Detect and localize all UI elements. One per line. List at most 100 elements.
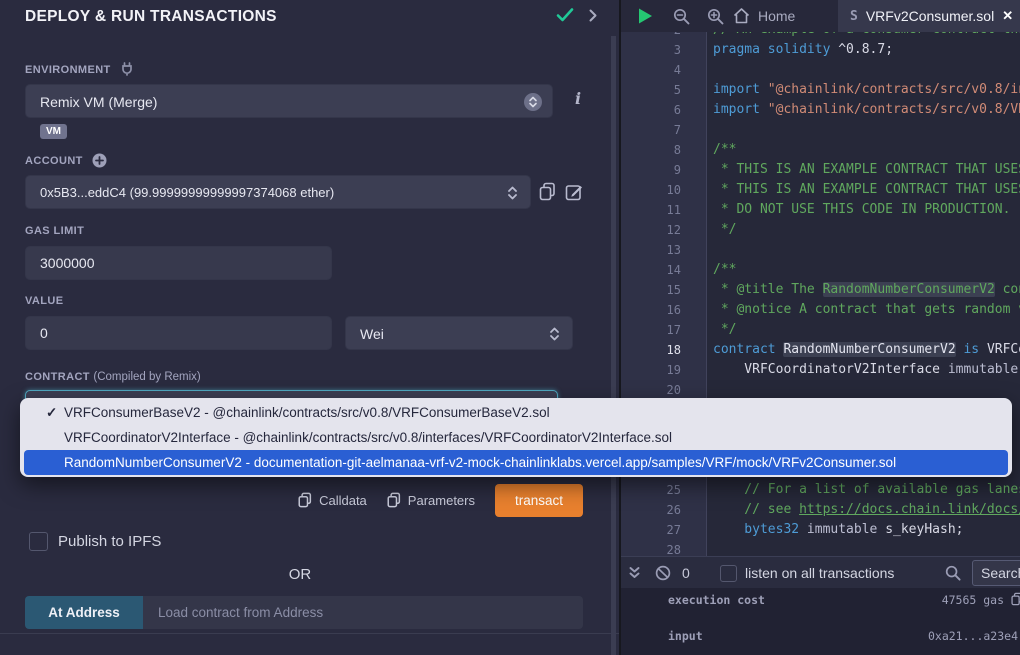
gas-limit-label: GAS LIMIT: [25, 225, 84, 237]
line-number: 19: [621, 360, 707, 380]
code-line: 14/**: [621, 260, 1020, 280]
run-script-play-icon[interactable]: [637, 0, 654, 32]
home-tab-label: Home: [758, 8, 795, 24]
contract-option[interactable]: RandomNumberConsumerV2 - documentation-g…: [24, 450, 1008, 475]
line-number: 14: [621, 260, 707, 280]
code-line: 4: [621, 60, 1020, 80]
code-line: 11 * DO NOT USE THIS CODE IN PRODUCTION.: [621, 200, 1020, 220]
panel-header: DEPLOY & RUN TRANSACTIONS: [0, 0, 621, 36]
code-line: 13: [621, 240, 1020, 260]
publish-ipfs-checkbox[interactable]: [29, 532, 48, 551]
line-number: 16: [621, 300, 707, 320]
copy-value-icon[interactable]: [1011, 592, 1020, 606]
line-number: 27: [621, 520, 707, 540]
remix-ide-window: DEPLOY & RUN TRANSACTIONS ENVIRONMENT Re…: [0, 0, 1020, 655]
value-unit: Wei: [360, 326, 384, 342]
at-address-input[interactable]: [143, 596, 583, 629]
contract-option-label: VRFCoordinatorV2Interface - @chainlink/c…: [64, 430, 672, 445]
code-line: 3pragma solidity ^0.8.7;: [621, 40, 1020, 60]
gas-limit-input[interactable]: [25, 246, 332, 280]
environment-label: ENVIRONMENT: [25, 62, 134, 76]
listen-all-transactions-checkbox[interactable]: [720, 565, 737, 582]
copy-parameters-button[interactable]: Parameters: [387, 492, 475, 508]
success-check-icon: [556, 7, 574, 23]
transact-button[interactable]: transact: [495, 484, 583, 517]
code-line: 27 bytes32 immutable s_keyHash;: [621, 520, 1020, 540]
code-line: 9 * THIS IS AN EXAMPLE CONTRACT THAT USE…: [621, 160, 1020, 180]
code-line: 26 // see https://docs.chain.link/docs/v…: [621, 500, 1020, 520]
or-divider-label: OR: [0, 566, 600, 583]
deploy-actions: Calldata Parameters transact: [0, 483, 583, 517]
terminal-search-input[interactable]: [972, 560, 1020, 586]
editor-tab-bar: Home S VRFv2Consumer.sol ✕: [621, 0, 1020, 32]
value-label: VALUE: [25, 295, 63, 307]
plug-icon: [120, 62, 134, 76]
copy-icon: [298, 492, 312, 508]
clear-console-ban-icon[interactable]: [655, 557, 671, 589]
tab-home[interactable]: Home: [733, 0, 795, 32]
environment-stepper-icon[interactable]: [524, 93, 542, 111]
line-number: 10: [621, 180, 707, 200]
line-number: 25: [621, 480, 707, 500]
add-account-plus-icon[interactable]: [92, 153, 107, 168]
selected-check-icon: ✓: [46, 400, 57, 425]
code-line: 17 */: [621, 320, 1020, 340]
zoom-out-icon[interactable]: [673, 0, 690, 32]
code-line: 10 * THIS IS AN EXAMPLE CONTRACT THAT US…: [621, 180, 1020, 200]
line-number: 6: [621, 100, 707, 120]
panel-divider: [0, 633, 621, 634]
line-number: 4: [621, 60, 707, 80]
environment-info-icon[interactable]: i: [575, 89, 581, 108]
code-line: 8/**: [621, 140, 1020, 160]
line-number: 17: [621, 320, 707, 340]
at-address-button[interactable]: At Address: [25, 596, 143, 629]
publish-row: Publish to IPFS: [29, 532, 161, 551]
line-number: 26: [621, 500, 707, 520]
code-line: 19 VRFCoordinatorV2Interface immutable C…: [621, 360, 1020, 380]
line-number: 11: [621, 200, 707, 220]
line-number: 20: [621, 380, 707, 400]
code-line: 15 * @title The RandomNumberConsumerV2 c…: [621, 280, 1020, 300]
code-line: 7: [621, 120, 1020, 140]
zoom-in-icon[interactable]: [707, 0, 724, 32]
panel-title: DEPLOY & RUN TRANSACTIONS: [25, 8, 277, 26]
contract-dropdown: ✓ VRFConsumerBaseV2 - @chainlink/contract…: [20, 398, 1012, 477]
code-line: 18contract RandomNumberConsumerV2 is VRF…: [621, 340, 1020, 360]
copy-account-icon[interactable]: [539, 182, 556, 201]
environment-value: Remix VM (Merge): [40, 94, 157, 110]
line-number: 3: [621, 40, 707, 60]
environment-select[interactable]: Remix VM (Merge): [25, 84, 553, 118]
code-line: 6import "@chainlink/contracts/src/v0.8/V…: [621, 100, 1020, 120]
collapse-panel-chevron-icon[interactable]: [589, 9, 598, 22]
code-line: 25 // For a list of available gas lanes …: [621, 480, 1020, 500]
input-label: input: [668, 629, 703, 643]
contract-option-label: VRFConsumerBaseV2 - @chainlink/contracts…: [64, 405, 550, 420]
execution-cost-label: execution cost: [668, 593, 765, 607]
code-line: 20: [621, 380, 1020, 400]
close-tab-icon[interactable]: ✕: [1002, 8, 1013, 24]
expand-terminal-chevrons-icon[interactable]: [628, 557, 641, 589]
edit-account-icon[interactable]: [565, 182, 584, 201]
deploy-run-panel: DEPLOY & RUN TRANSACTIONS ENVIRONMENT Re…: [0, 0, 621, 655]
editor-region: 2// An example of a consumer contract th…: [621, 0, 1020, 655]
unit-caret-icon: [549, 326, 560, 342]
contract-option-label: RandomNumberConsumerV2 - documentation-g…: [64, 455, 896, 470]
home-icon: [733, 8, 750, 24]
contract-option[interactable]: VRFCoordinatorV2Interface - @chainlink/c…: [20, 425, 1012, 450]
line-number: 7: [621, 120, 707, 140]
input-value: 0xa21...a23e4: [928, 629, 1018, 643]
line-number: 9: [621, 160, 707, 180]
calldata-label: Calldata: [319, 493, 367, 508]
value-input[interactable]: [25, 316, 332, 350]
contract-option[interactable]: ✓ VRFConsumerBaseV2 - @chainlink/contract…: [20, 400, 1012, 425]
contract-label: CONTRACT (Compiled by Remix): [25, 371, 201, 383]
tab-file[interactable]: S VRFv2Consumer.sol ✕: [838, 0, 1020, 32]
code-line: 5import "@chainlink/contracts/src/v0.8/i…: [621, 80, 1020, 100]
panel-scrollbar[interactable]: [611, 36, 616, 655]
value-unit-select[interactable]: Wei: [345, 316, 573, 350]
vm-badge: VM: [40, 124, 67, 139]
publish-ipfs-label: Publish to IPFS: [58, 533, 161, 550]
code-line: 12 */: [621, 220, 1020, 240]
account-select[interactable]: 0x5B3...eddC4 (99.99999999999997374068 e…: [25, 175, 531, 209]
copy-calldata-button[interactable]: Calldata: [298, 492, 367, 508]
